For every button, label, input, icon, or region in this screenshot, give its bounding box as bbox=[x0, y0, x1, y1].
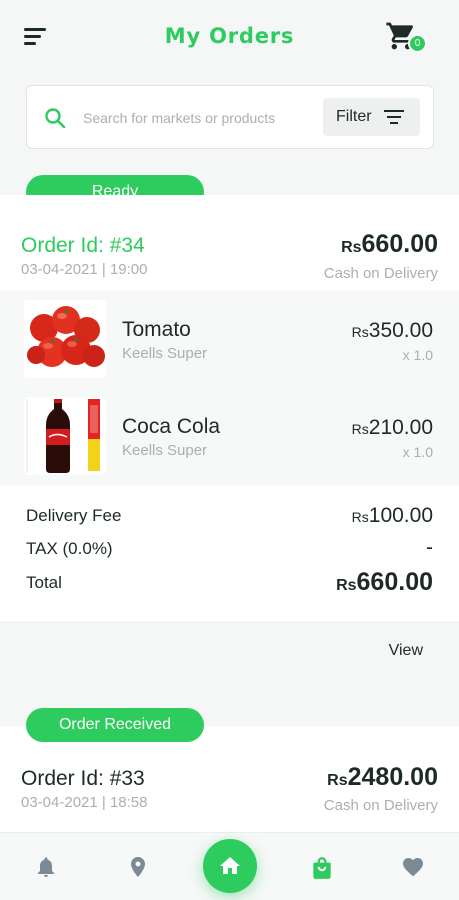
order-total-value: 660.00 bbox=[361, 230, 438, 258]
nav-location[interactable] bbox=[126, 855, 150, 879]
currency-label: Rs bbox=[351, 421, 369, 437]
view-order-link[interactable]: View bbox=[389, 642, 423, 660]
heart-icon bbox=[403, 858, 423, 877]
home-icon bbox=[220, 857, 240, 874]
item-name: Coca Cola bbox=[122, 415, 221, 438]
currency-label: Rs bbox=[351, 324, 369, 340]
total-value: Rs660.00 bbox=[336, 568, 433, 597]
order-total-value: 2480.00 bbox=[347, 763, 438, 791]
total-label: Total bbox=[26, 573, 62, 592]
nav-orders[interactable] bbox=[309, 855, 333, 879]
page-title: My Orders bbox=[164, 24, 295, 48]
item-name: Tomato bbox=[122, 318, 191, 341]
status-badge: Order Received bbox=[26, 708, 204, 742]
item-market: Keells Super bbox=[122, 442, 208, 459]
filter-button[interactable]: Filter bbox=[323, 98, 420, 136]
search-bar: Filter bbox=[26, 85, 434, 149]
total-amount: 660.00 bbox=[356, 568, 433, 596]
nav-notifications[interactable] bbox=[34, 855, 58, 879]
currency-label: Rs bbox=[327, 772, 348, 789]
menu-line bbox=[24, 35, 41, 38]
item-price: Rs210.00 bbox=[352, 416, 433, 440]
order-items: Tomato Keells Super Rs350.00 x 1.0 Coca … bbox=[0, 291, 459, 485]
item-price-value: 350.00 bbox=[368, 319, 433, 342]
nav-home-button[interactable] bbox=[203, 839, 257, 893]
coca-cola-image bbox=[24, 397, 106, 475]
order-header[interactable]: Order Id: #34 03-04-2021 | 19:00 Rs660.0… bbox=[0, 195, 459, 291]
cart-count-badge: 0 bbox=[408, 34, 427, 53]
menu-line bbox=[24, 28, 46, 31]
delivery-fee-label: Delivery Fee bbox=[26, 506, 122, 525]
delivery-fee-amount: 100.00 bbox=[368, 504, 433, 527]
cart-button[interactable]: 0 bbox=[385, 18, 427, 56]
app-header: My Orders 0 bbox=[0, 0, 459, 76]
order-total: Rs660.00 bbox=[341, 230, 438, 259]
order-summary: Delivery Fee Rs100.00 TAX (0.0%) - Total… bbox=[0, 485, 459, 623]
currency-label: Rs bbox=[351, 509, 369, 525]
tax-label: TAX (0.0%) bbox=[26, 539, 113, 558]
item-price: Rs350.00 bbox=[352, 319, 433, 343]
nav-favorites[interactable] bbox=[401, 855, 425, 879]
bell-icon bbox=[38, 857, 54, 877]
search-icon bbox=[45, 108, 66, 129]
item-quantity: x 1.0 bbox=[402, 444, 433, 460]
payment-method: Cash on Delivery bbox=[323, 797, 438, 814]
tax-value: - bbox=[426, 536, 433, 559]
payment-method: Cash on Delivery bbox=[323, 265, 438, 282]
filter-label: Filter bbox=[336, 108, 372, 125]
order-date: 03-04-2021 | 19:00 bbox=[21, 261, 148, 278]
filter-icon bbox=[384, 110, 404, 128]
list-item[interactable]: Tomato Keells Super Rs350.00 x 1.0 bbox=[0, 291, 459, 388]
currency-label: Rs bbox=[336, 577, 357, 594]
order-date: 03-04-2021 | 18:58 bbox=[21, 794, 148, 811]
list-item[interactable]: Coca Cola Keells Super Rs210.00 x 1.0 bbox=[0, 388, 459, 485]
order-total: Rs2480.00 bbox=[327, 763, 438, 792]
menu-button[interactable] bbox=[24, 28, 48, 46]
item-market: Keells Super bbox=[122, 345, 208, 362]
item-price-value: 210.00 bbox=[368, 416, 433, 439]
menu-line bbox=[24, 42, 36, 45]
currency-label: Rs bbox=[341, 239, 362, 256]
order-id: Order Id: #34 bbox=[21, 234, 145, 257]
item-quantity: x 1.0 bbox=[402, 347, 433, 363]
shopping-bag-icon bbox=[313, 857, 331, 879]
delivery-fee-value: Rs100.00 bbox=[352, 504, 433, 528]
location-pin-icon bbox=[131, 857, 145, 877]
tomato-image bbox=[24, 300, 106, 378]
order-id: Order Id: #33 bbox=[21, 767, 145, 790]
search-input[interactable] bbox=[83, 106, 308, 130]
